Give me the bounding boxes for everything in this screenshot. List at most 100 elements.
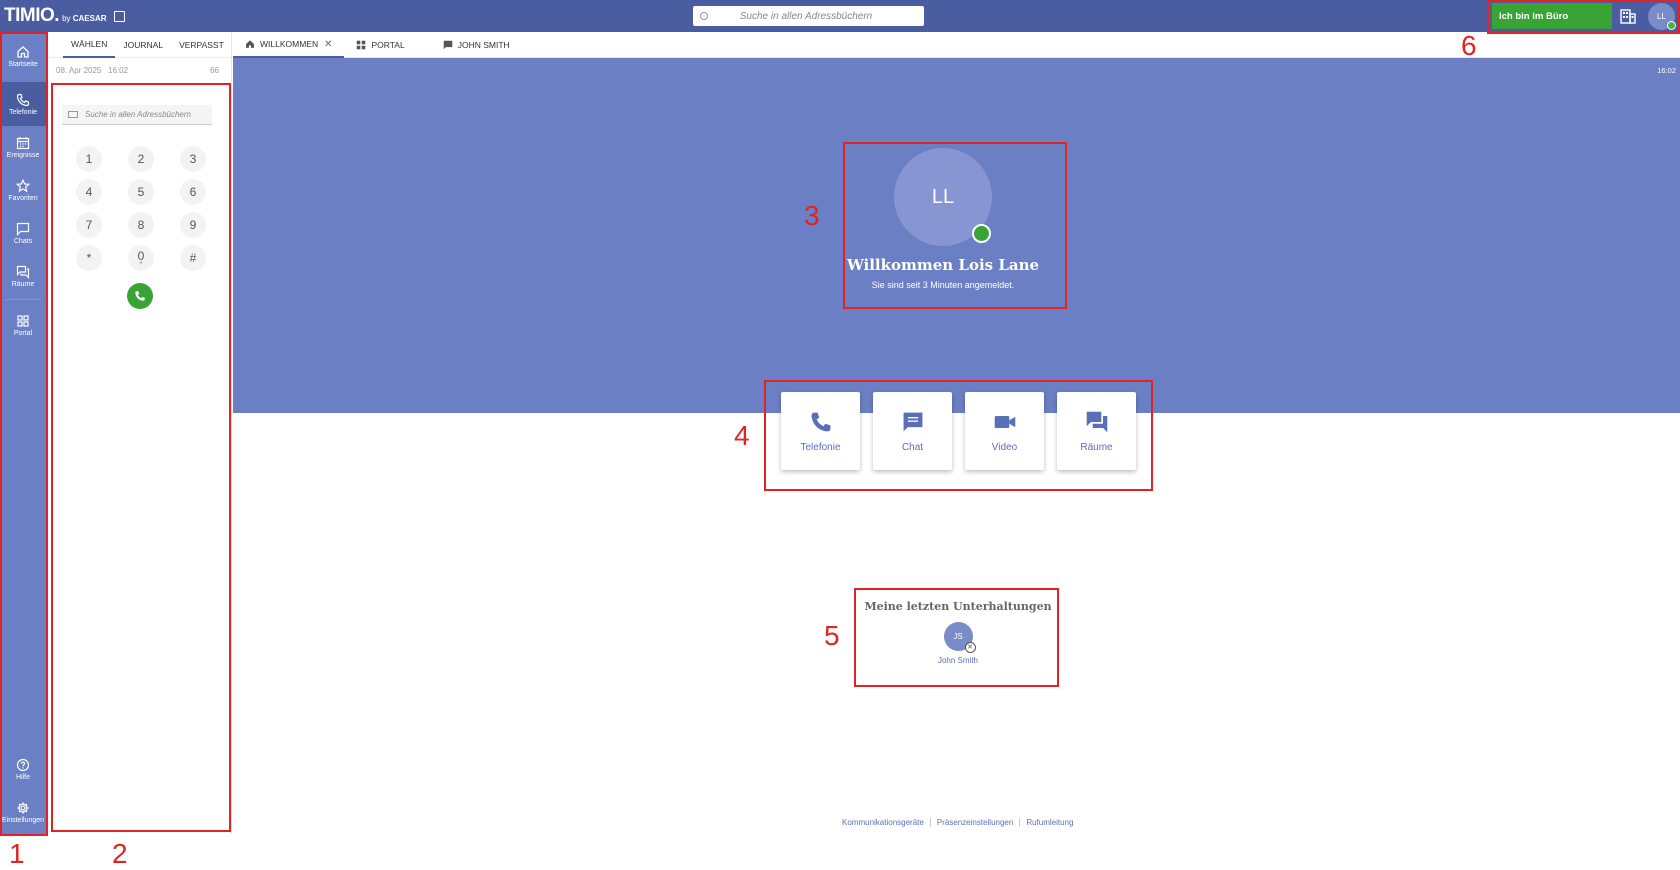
global-search-input[interactable]: Suche in allen Adressbüchern (693, 6, 924, 26)
tab-label: VERPASST (179, 39, 224, 50)
welcome-block: LL Willkommen Lois Lane Sie sind seit 3 … (843, 148, 1043, 290)
panel-date-row: 08. Apr 2025 16:02 66 (46, 58, 231, 75)
presence-status-button[interactable]: Ich bin im Büro (1492, 3, 1612, 29)
external-link-icon[interactable] (113, 11, 125, 22)
chat-icon (903, 412, 922, 431)
keypad-row: 4 5 6 (76, 179, 206, 205)
sidebar-item-chats[interactable]: Chats (0, 211, 46, 255)
key-1[interactable]: 1 (76, 146, 102, 172)
panel-date: 08. Apr 2025 (56, 66, 102, 75)
contact-initials: JS (953, 632, 963, 641)
tab-label: PORTAL (371, 40, 405, 50)
user-avatar-large[interactable]: LL (894, 148, 992, 246)
key-4[interactable]: 4 (76, 179, 102, 205)
key-2[interactable]: 2 (128, 146, 154, 172)
sidebar-divider (5, 299, 41, 300)
panel-datetime: 08. Apr 2025 16:02 (56, 66, 128, 75)
key-digit: 3 (189, 152, 197, 166)
contact-name[interactable]: John Smith (858, 656, 1058, 665)
chevron-right-icon[interactable]: › (203, 38, 207, 50)
welcome-subtitle: Sie sind seit 3 Minuten angemeldet. (871, 280, 1015, 290)
sidebar-item-telefonie[interactable]: Telefonie (0, 82, 46, 126)
card-label: Chat (901, 441, 924, 453)
sidebar-item-label: Hilfe (15, 773, 30, 781)
panel-count: 66 (210, 66, 219, 75)
chat-icon (443, 40, 453, 50)
recent-conversations: Meine letzten Unterhaltungen JS ✕ John S… (858, 600, 1058, 665)
help-icon (16, 758, 30, 771)
key-digit: * (86, 251, 92, 265)
keypad-row: 1 2 3 (76, 146, 206, 172)
main-sidebar: Startseite Telefonie Ereignisse Favorite… (0, 32, 46, 834)
key-7[interactable]: 7 (76, 212, 102, 238)
annotation-label-3: 3 (804, 200, 820, 231)
search-icon (700, 12, 708, 20)
call-button[interactable] (127, 283, 153, 309)
app-logo[interactable]: TIMIO. by CAESAR (4, 5, 125, 27)
sidebar-item-favoriten[interactable]: Favoriten (0, 168, 46, 212)
tab-willkommen[interactable]: WILLKOMMEN ✕ (233, 32, 345, 58)
card-raeume[interactable]: Räume (1057, 392, 1136, 470)
tab-label: JOHN SMITH (457, 40, 510, 50)
link-kommunikationsgeraete[interactable]: Kommunikationsgeräte (836, 818, 931, 827)
sidebar-item-portal[interactable]: Portal (0, 303, 46, 347)
tab-journal[interactable]: JOURNAL (115, 32, 171, 58)
phone-icon (135, 291, 145, 301)
key-sub: + (139, 260, 143, 267)
key-digit: 5 (137, 185, 145, 199)
contact-avatar[interactable]: JS ✕ (943, 622, 976, 653)
home-icon (245, 39, 255, 49)
sidebar-item-raeume[interactable]: Räume (0, 254, 46, 298)
tab-waehlen[interactable]: WÄHLEN (63, 32, 116, 58)
key-digit: 9 (189, 218, 197, 232)
key-3[interactable]: 3 (180, 146, 206, 172)
presence-status-label: Ich bin im Büro (1499, 10, 1569, 22)
key-digit: 4 (85, 185, 93, 199)
key-star[interactable]: * (76, 245, 102, 271)
link-rufumleitung[interactable]: Rufumleitung (1020, 818, 1079, 827)
sidebar-item-einstellungen[interactable]: Einstellungen (0, 790, 46, 834)
sidebar-item-ereignisse[interactable]: Ereignisse (0, 125, 46, 169)
grid-icon (17, 314, 29, 327)
avatar-initials: LL (931, 185, 955, 208)
tab-label: WÄHLEN (71, 38, 108, 49)
building-icon[interactable] (1620, 8, 1636, 24)
close-icon[interactable]: ✕ (324, 39, 332, 50)
sidebar-item-startseite[interactable]: Startseite (0, 34, 46, 78)
tab-john-smith[interactable]: JOHN SMITH (431, 32, 522, 58)
addressbook-icon (68, 111, 78, 118)
key-digit: 7 (85, 218, 93, 232)
key-6[interactable]: 6 (180, 179, 206, 205)
card-chat[interactable]: Chat (873, 392, 952, 470)
key-5[interactable]: 5 (128, 179, 154, 205)
key-digit: 6 (189, 185, 197, 199)
grid-icon (356, 40, 366, 50)
card-video[interactable]: Video (965, 392, 1044, 470)
card-label: Video (991, 441, 1018, 453)
tab-portal[interactable]: PORTAL (344, 32, 416, 58)
panel-search-input[interactable]: Suche in allen Adressbüchern (62, 105, 212, 125)
chat-icon (16, 222, 30, 236)
link-praesenzeinstellungen[interactable]: Präsenzeinstellungen (931, 818, 1021, 827)
logo-by: by (62, 14, 71, 23)
footer-links: Kommunikationsgeräte Präsenzeinstellunge… (836, 818, 1079, 827)
panel-time: 16:02 (108, 66, 129, 75)
sidebar-item-label: Räume (11, 280, 35, 288)
user-avatar[interactable]: LL (1648, 3, 1676, 30)
sidebar-item-label: Favoriten (8, 194, 38, 202)
welcome-hero: 16:02 LL Willkommen Lois Lane Sie sind s… (233, 58, 1680, 413)
key-9[interactable]: 9 (180, 212, 206, 238)
annotation-label-6: 6 (1461, 30, 1477, 61)
tab-label: JOURNAL (123, 39, 164, 50)
home-icon (17, 45, 29, 58)
tab-verpasst[interactable]: VERPASST (171, 32, 232, 58)
telephony-panel: WÄHLEN JOURNAL VERPASST › 08. Apr 2025 1… (46, 32, 232, 834)
card-telefonie[interactable]: Telefonie (781, 392, 860, 470)
annotation-label-4: 4 (734, 420, 750, 451)
user-initials: LL (1657, 12, 1666, 21)
key-8[interactable]: 8 (128, 212, 154, 238)
key-0[interactable]: 0 + (128, 245, 154, 271)
sidebar-item-hilfe[interactable]: Hilfe (0, 747, 46, 791)
key-hash[interactable]: # (180, 245, 206, 271)
online-status-dot (1667, 21, 1676, 30)
